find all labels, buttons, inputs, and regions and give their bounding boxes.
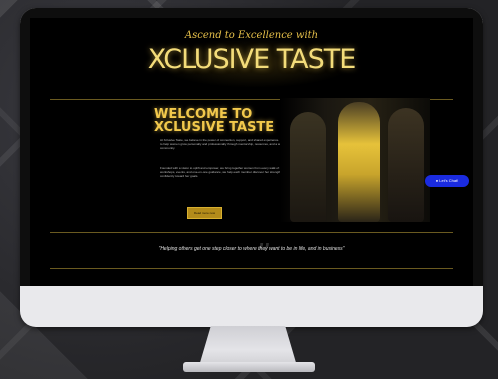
mission-paragraph: Founded with a vision to uplift and empo… bbox=[160, 166, 297, 178]
website-screen: Ascend to Excellence with XCLUSIVE TASTE… bbox=[30, 18, 473, 286]
welcome-heading: WELCOME TO XCLUSIVE TASTE bbox=[154, 108, 294, 134]
read-more-button[interactable]: Read more now bbox=[187, 207, 222, 219]
monitor-stand bbox=[199, 326, 297, 366]
site-tagline: Ascend to Excellence with bbox=[184, 30, 319, 41]
person-center bbox=[338, 102, 380, 222]
monitor: Ascend to Excellence with XCLUSIVE TASTE… bbox=[20, 8, 483, 327]
hero-photo bbox=[280, 98, 430, 222]
footer-divider bbox=[50, 268, 453, 269]
section-divider bbox=[50, 232, 453, 233]
person-left bbox=[290, 112, 326, 222]
person-right bbox=[388, 108, 424, 222]
chat-label: Let's Chat! bbox=[439, 178, 459, 183]
intro-paragraph: At Xclusive Taste, we believe in the pow… bbox=[160, 138, 300, 150]
site-logo[interactable]: XCLUSIVE TASTE bbox=[30, 44, 473, 75]
chat-button[interactable]: ● Let's Chat! bbox=[425, 175, 469, 187]
quote-text: "Helping others get one step closer to w… bbox=[158, 246, 345, 252]
monitor-bezel: Ascend to Excellence with XCLUSIVE TASTE… bbox=[20, 8, 483, 286]
welcome-line2: XCLUSIVE TASTE bbox=[154, 120, 275, 135]
monitor-base bbox=[183, 362, 315, 372]
